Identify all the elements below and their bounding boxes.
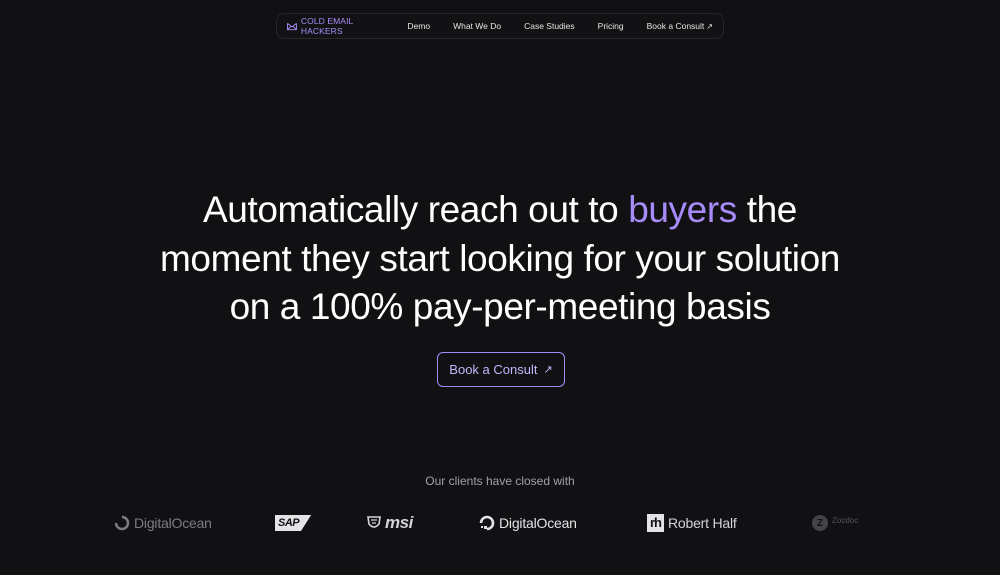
- client-logo-zocdoc: Z Zocdoc: [812, 508, 858, 538]
- client-logo-robert-half: rh Robert Half: [647, 508, 737, 538]
- client-logo-digitalocean-2: DigitalOcean: [479, 508, 577, 538]
- hero-line2: moment they start looking for your solut…: [160, 237, 840, 279]
- zocdoc-icon: Z: [812, 515, 828, 531]
- nav-link-pricing[interactable]: Pricing: [598, 21, 624, 31]
- digitalocean-icon: [114, 515, 130, 531]
- zocdoc-wordmark: Zocdoc: [832, 515, 859, 525]
- robert-half-mark: rh: [647, 514, 664, 532]
- arrow-up-right-icon: ↗: [706, 22, 713, 31]
- digitalocean-wordmark: DigitalOcean: [499, 515, 577, 531]
- sap-wordmark: SAP: [275, 515, 312, 531]
- hero-accent-word: buyers: [628, 189, 737, 230]
- hero-line1-end: the: [736, 189, 798, 230]
- client-logo-digitalocean-1: DigitalOcean: [114, 508, 212, 538]
- brand-name: COLD EMAIL HACKERS: [300, 16, 354, 36]
- nav-link-book-consult[interactable]: Book a Consult ↗: [647, 21, 713, 31]
- client-logo-msi: msi: [367, 508, 413, 538]
- nav-link-what-we-do[interactable]: What We Do: [453, 21, 501, 31]
- digitalocean-icon: [479, 515, 495, 531]
- hero-headline: Automatically reach out to buyers the mo…: [0, 186, 1000, 332]
- msi-wordmark: msi: [385, 513, 413, 532]
- top-nav: COLD EMAIL HACKERS Demo What We Do Case …: [276, 13, 724, 39]
- envelope-logo-icon: [287, 22, 297, 30]
- nav-link-case-studies[interactable]: Case Studies: [524, 21, 575, 31]
- robert-half-wordmark: Robert Half: [668, 515, 737, 531]
- arrow-up-right-icon: ↗: [543, 364, 553, 376]
- nav-book-consult-label: Book a Consult: [646, 21, 705, 31]
- client-logos-row: DigitalOcean SAP msi DigitalOcean rh Rob…: [110, 508, 890, 538]
- hero-line1-start: Automatically reach out to: [203, 189, 629, 230]
- brand-logo-link[interactable]: COLD EMAIL HACKERS: [287, 16, 387, 36]
- msi-dragon-icon: [367, 516, 381, 528]
- book-consult-button[interactable]: Book a Consult ↗: [437, 352, 565, 387]
- hero-line3: on a 100% pay-per-meeting basis: [229, 286, 771, 327]
- nav-link-demo[interactable]: Demo: [407, 21, 430, 31]
- cta-label: Book a Consult: [449, 362, 538, 377]
- clients-label: Our clients have closed with: [425, 474, 575, 488]
- digitalocean-wordmark: DigitalOcean: [134, 515, 212, 531]
- client-logo-sap: SAP: [275, 508, 312, 538]
